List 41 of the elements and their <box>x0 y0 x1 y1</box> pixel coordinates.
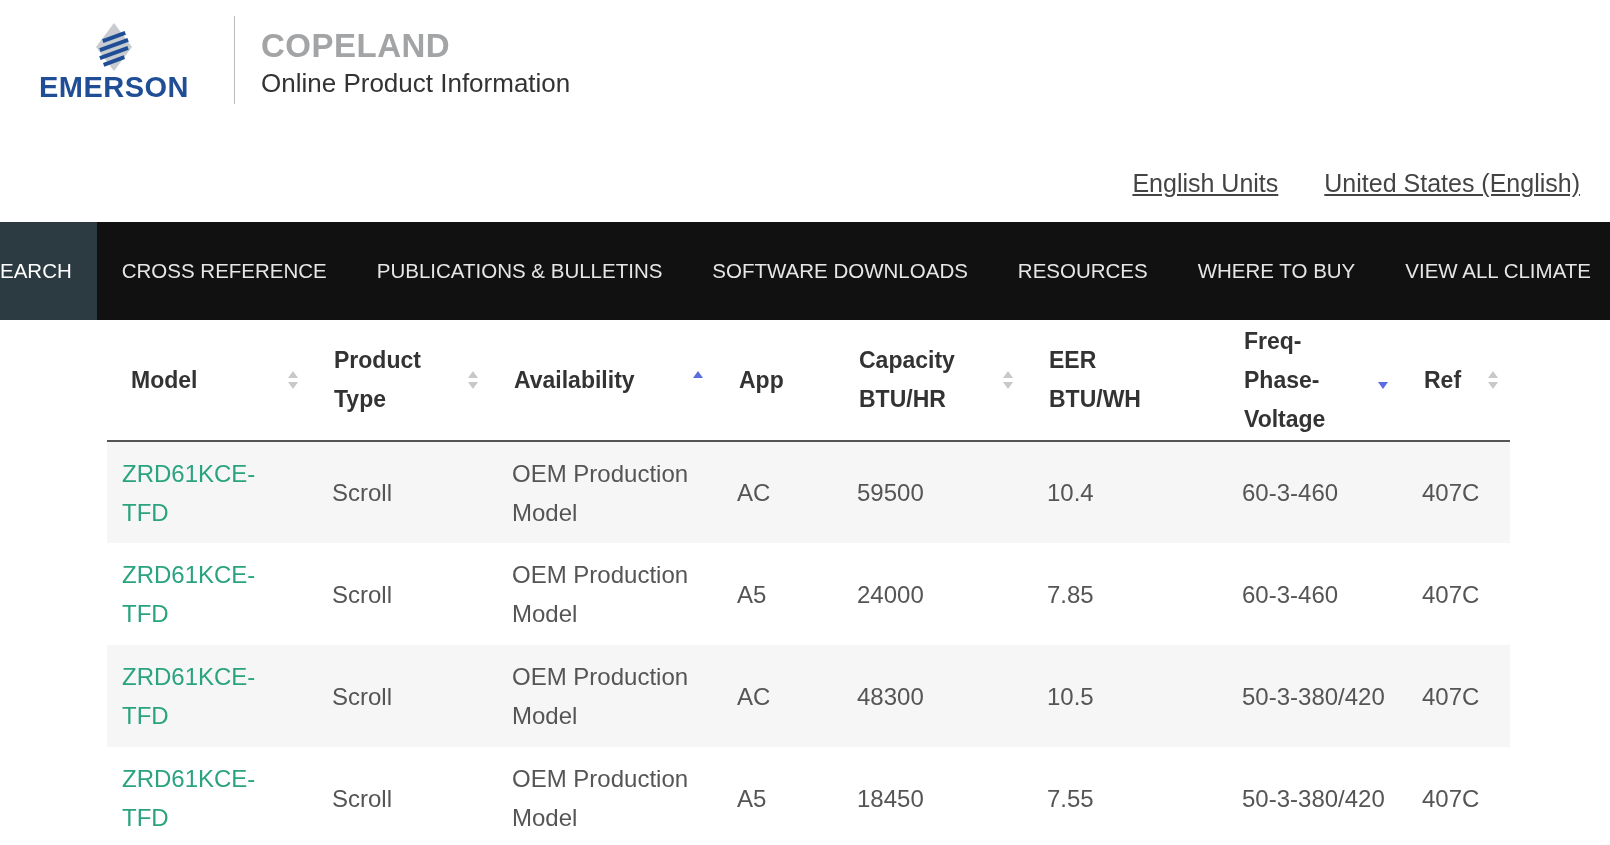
table-cell: 7.55 <box>1047 784 1094 812</box>
product-brand-logo-text: COPELAND <box>261 26 452 66</box>
table-cell: 407C <box>1422 784 1480 812</box>
table-cell: AC <box>737 682 771 710</box>
header-link[interactable]: English Units <box>1132 166 1279 200</box>
table-cell: 48300 <box>857 682 924 710</box>
table-cell: 407C <box>1422 479 1480 506</box>
nav-tab[interactable]: RESOURCES <box>992 222 1173 320</box>
table-cell: 59500 <box>857 479 924 506</box>
table-cell: OEM Production Model <box>512 765 689 831</box>
table-cell: 407C <box>1422 580 1480 608</box>
table-cell: AC <box>737 479 771 506</box>
table-cell: 7.85 <box>1047 580 1094 608</box>
nav-tab[interactable]: EARCH <box>0 222 97 320</box>
table-cell: OEM Production Model <box>512 561 689 627</box>
table-cell: Scroll <box>332 784 392 812</box>
table-cell: A5 <box>737 580 767 608</box>
table-cell: 10.4 <box>1047 479 1094 506</box>
striped-diamond-icon <box>96 23 132 71</box>
table-cell: OEM Production Model <box>512 663 689 729</box>
table-cell: 18450 <box>857 784 924 812</box>
nav-tab[interactable]: VIEW ALL CLIMATE <box>1380 222 1610 320</box>
table-cell: 50-3-380/420 <box>1242 784 1385 812</box>
table-cell: Scroll <box>332 479 392 506</box>
table-cell: 50-3-380/420 <box>1242 682 1385 710</box>
table-cell: A5 <box>737 784 767 812</box>
table-cell: 24000 <box>857 580 924 608</box>
table-cell: 10.5 <box>1047 682 1094 710</box>
brand-logo-text: EMERSON <box>38 71 190 103</box>
nav-tab[interactable]: PUBLICATIONS & BULLETINS <box>351 222 688 320</box>
header-link[interactable]: United States (English) <box>1324 166 1580 200</box>
table-cell: 60-3-460 <box>1242 479 1339 506</box>
nav-tab[interactable]: WHERE TO BUY <box>1172 222 1381 320</box>
table-cell: Scroll <box>332 580 392 608</box>
nav-tab[interactable]: SOFTWARE DOWNLOADS <box>687 222 993 320</box>
table-cell: OEM Production Model <box>512 459 689 526</box>
table-cell: 60-3-460 <box>1242 580 1339 608</box>
nav-tab[interactable]: CROSS REFERENCE <box>96 222 352 320</box>
site-subtitle: Online Product Information <box>261 67 571 100</box>
table-cell: Scroll <box>332 682 392 710</box>
table-cell: 407C <box>1422 682 1480 710</box>
